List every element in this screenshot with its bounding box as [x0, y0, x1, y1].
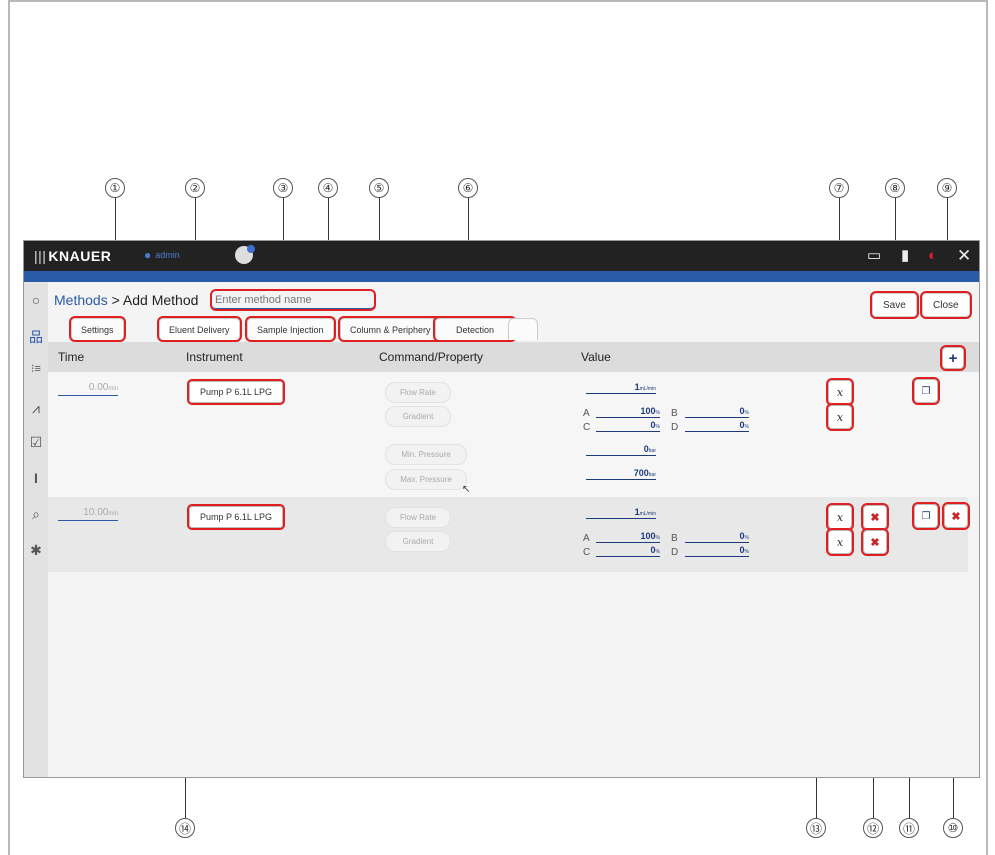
- tab-empty: [508, 318, 538, 340]
- mouse-cursor-icon: ↖: [462, 484, 471, 495]
- command-flow-rate[interactable]: Flow Rate: [385, 382, 451, 403]
- delete-property-button[interactable]: ✖: [861, 503, 889, 531]
- flow-rate-value[interactable]: 1mL/min: [586, 507, 656, 519]
- table-row: 10.00min Pump P 6.1L LPG Flow Rate Gradi…: [48, 497, 970, 572]
- gradient-b-value[interactable]: 0%: [685, 531, 749, 543]
- gradient-label-c: C: [583, 547, 591, 558]
- user-name: admin: [155, 250, 180, 260]
- method-tree-icon[interactable]: 品: [26, 327, 46, 347]
- header-time: Time: [58, 350, 85, 364]
- gradient-label-d: D: [671, 547, 679, 558]
- knauer-logo-icon: |||: [34, 248, 47, 264]
- gradient-a-value[interactable]: 100%: [596, 531, 660, 543]
- method-name-input[interactable]: [210, 289, 376, 311]
- callout-11: ⑪: [899, 818, 919, 838]
- gradient-a-value[interactable]: 100%: [596, 406, 660, 418]
- app-window: ||| KNAUER ● admin ▭ ▮ ◐ ✕ ○ 品 ⁝≡ ⩘ ☑ I ⌕ …: [23, 240, 980, 778]
- circle-icon[interactable]: ○: [26, 292, 46, 308]
- callout-7: ⑦: [829, 178, 849, 198]
- checkbox-icon[interactable]: ☑: [26, 434, 46, 451]
- user-icon: ●: [144, 248, 152, 262]
- header-instrument: Instrument: [186, 350, 243, 364]
- gradient-label-b: B: [671, 408, 678, 419]
- header-value: Value: [581, 350, 611, 364]
- breadcrumb: Methods > Add Method: [54, 292, 198, 308]
- duplicate-button[interactable]: ❐: [912, 502, 940, 530]
- command-gradient[interactable]: Gradient: [385, 531, 451, 552]
- brand-logo: ||| KNAUER: [34, 248, 112, 264]
- gradient-d-value[interactable]: 0%: [685, 420, 749, 432]
- callout-3: ③: [273, 178, 293, 198]
- search-doc-icon[interactable]: ⌕: [26, 506, 46, 523]
- gradient-d-value[interactable]: 0%: [685, 545, 749, 557]
- power-icon[interactable]: ◐: [928, 247, 937, 265]
- command-flow-rate[interactable]: Flow Rate: [385, 507, 451, 528]
- variable-button[interactable]: x: [826, 403, 854, 431]
- command-min-pressure[interactable]: Min. Pressure: [385, 444, 467, 465]
- callout-12: ⑫: [863, 818, 883, 838]
- callout-13: ⑬: [806, 818, 826, 838]
- save-button[interactable]: Save: [870, 291, 919, 319]
- table-header: Time Instrument Command/Property Value: [48, 342, 979, 372]
- table-row: 0.00min Pump P 6.1L LPG Flow Rate Gradie…: [48, 372, 979, 497]
- tab-settings[interactable]: Settings: [69, 316, 126, 342]
- gear-icon[interactable]: ✱: [26, 542, 46, 559]
- callout-6: ⑥: [458, 178, 478, 198]
- instrument-button[interactable]: Pump P 6.1L LPG: [187, 504, 285, 530]
- device-icon[interactable]: ▮: [901, 247, 909, 265]
- delete-property-button[interactable]: ✖: [861, 528, 889, 556]
- callout-1: ①: [105, 178, 125, 198]
- tab-sample-injection[interactable]: Sample Injection: [245, 316, 336, 342]
- command-max-pressure[interactable]: Max. Pressure: [385, 469, 467, 490]
- tab-column-periphery[interactable]: Column & Periphery: [338, 316, 443, 342]
- cursor-text-icon[interactable]: I: [26, 470, 46, 486]
- add-step-button[interactable]: +: [940, 345, 966, 371]
- callout-5: ⑤: [369, 178, 389, 198]
- top-bar: ||| KNAUER ● admin ▭ ▮ ◐ ✕: [24, 241, 979, 271]
- user-menu[interactable]: ● admin: [144, 248, 180, 262]
- flow-rate-value[interactable]: 1mL/min: [586, 382, 656, 394]
- gradient-label-b: B: [671, 533, 678, 544]
- callout-8: ⑧: [885, 178, 905, 198]
- breadcrumb-separator: >: [111, 292, 120, 308]
- instrument-button[interactable]: Pump P 6.1L LPG: [187, 379, 285, 405]
- duplicate-button[interactable]: ❐: [912, 377, 940, 405]
- close-icon[interactable]: ✕: [957, 247, 971, 265]
- callout-10: ⑩: [943, 818, 963, 838]
- delete-step-button[interactable]: ✖: [942, 502, 970, 530]
- min-pressure-value[interactable]: 0bar: [586, 444, 656, 456]
- gradient-b-value[interactable]: 0%: [685, 406, 749, 418]
- time-field[interactable]: 10.00min: [58, 507, 118, 521]
- variable-button[interactable]: x: [826, 378, 854, 406]
- chart-icon[interactable]: ⩘: [26, 400, 46, 417]
- callout-9: ⑨: [937, 178, 957, 198]
- accent-bar: [24, 271, 979, 282]
- time-field[interactable]: 0.00min: [58, 382, 118, 396]
- sidebar: ○ 品 ⁝≡ ⩘ ☑ I ⌕ ✱: [24, 282, 48, 777]
- close-button[interactable]: Close: [920, 291, 972, 319]
- command-gradient[interactable]: Gradient: [385, 406, 451, 427]
- variable-button[interactable]: x: [826, 528, 854, 556]
- monitor-icon[interactable]: ▭: [867, 247, 881, 265]
- breadcrumb-methods[interactable]: Methods: [54, 292, 108, 308]
- gradient-c-value[interactable]: 0%: [596, 420, 660, 432]
- callout-14: ⑭: [175, 818, 195, 838]
- callout-4: ④: [318, 178, 338, 198]
- gradient-label-a: A: [583, 408, 590, 419]
- gradient-label-c: C: [583, 422, 591, 433]
- header-command: Command/Property: [379, 350, 484, 364]
- gradient-label-d: D: [671, 422, 679, 433]
- tab-detection[interactable]: Detection: [432, 316, 518, 342]
- tab-eluent-delivery[interactable]: Eluent Delivery: [157, 316, 242, 342]
- page-title: Add Method: [122, 292, 199, 308]
- gradient-c-value[interactable]: 0%: [596, 545, 660, 557]
- bell-icon[interactable]: [235, 245, 255, 264]
- callout-2: ②: [185, 178, 205, 198]
- sequence-icon[interactable]: ⁝≡: [26, 362, 46, 375]
- max-pressure-value[interactable]: 700bar: [586, 468, 656, 480]
- variable-button[interactable]: x: [826, 503, 854, 531]
- gradient-label-a: A: [583, 533, 590, 544]
